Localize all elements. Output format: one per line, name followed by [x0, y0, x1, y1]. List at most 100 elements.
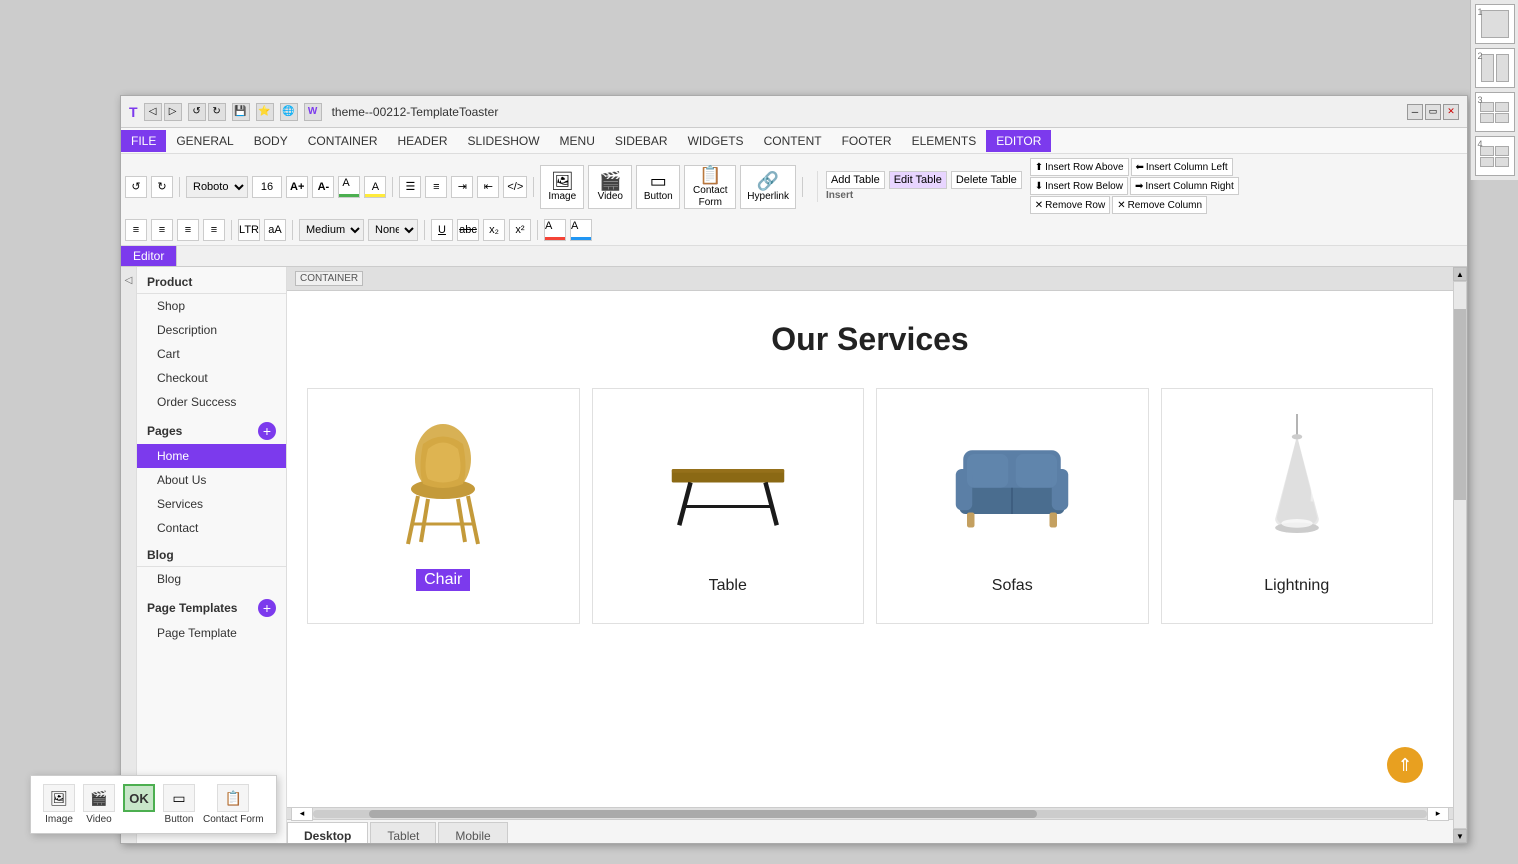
add-table-btn[interactable]: Add Table	[826, 171, 885, 189]
globe-btn[interactable]: 🌐	[280, 103, 298, 121]
layout-thumb-1[interactable]: 1	[1475, 4, 1515, 44]
float-button-btn[interactable]: ▭ Button	[163, 784, 195, 825]
minimize-btn[interactable]: ─	[1407, 104, 1423, 120]
sidebar-item-blog[interactable]: Blog	[137, 567, 286, 591]
back-btn[interactable]: ◁	[144, 103, 162, 121]
sidebar-item-services[interactable]: Services	[137, 492, 286, 516]
menu-sidebar[interactable]: SIDEBAR	[605, 130, 678, 152]
layout-thumb-4[interactable]: 4	[1475, 136, 1515, 176]
sidebar-item-about-us[interactable]: About Us	[137, 468, 286, 492]
sidebar-item-order-success[interactable]: Order Success	[137, 390, 286, 414]
menu-general[interactable]: GENERAL	[166, 130, 243, 152]
tab-tablet[interactable]: Tablet	[370, 822, 436, 843]
format-select[interactable]: Medium	[299, 219, 364, 241]
service-card-table[interactable]: Table	[592, 388, 865, 624]
back-to-top-btn[interactable]: ⇑	[1387, 747, 1423, 783]
superscript-btn[interactable]: x²	[509, 219, 531, 241]
sidebar-item-contact[interactable]: Contact	[137, 516, 286, 540]
font-size-down-btn[interactable]: A-	[312, 176, 334, 198]
service-card-chair[interactable]: Chair	[307, 388, 580, 624]
layout-thumb-3[interactable]: 3	[1475, 92, 1515, 132]
edit-table-btn[interactable]: Edit Table	[889, 171, 947, 189]
sidebar-item-page-template[interactable]: Page Template	[137, 621, 286, 645]
editor-tab[interactable]: Editor	[121, 246, 177, 266]
forward-btn[interactable]: ▷	[164, 103, 182, 121]
float-image-btn[interactable]: 🖼 Image	[43, 784, 75, 825]
float-video-btn[interactable]: 🎬 Video	[83, 784, 115, 825]
menu-slideshow[interactable]: SLIDESHOW	[458, 130, 550, 152]
bg-color-btn[interactable]: A	[570, 219, 592, 241]
float-contact-form-btn[interactable]: 📋 Contact Form	[203, 784, 264, 825]
image-toolbar-btn[interactable]: 🖼 Image	[540, 165, 584, 209]
menu-footer[interactable]: FOOTER	[832, 130, 902, 152]
restore-btn[interactable]: ▭	[1425, 104, 1441, 120]
star-btn[interactable]: ⭐	[256, 103, 274, 121]
service-card-lightning[interactable]: Lightning	[1161, 388, 1434, 624]
close-btn[interactable]: ✕	[1443, 104, 1459, 120]
sidebar-item-description[interactable]: Description	[137, 318, 286, 342]
indent-btn[interactable]: ⇥	[451, 176, 473, 198]
outdent-btn[interactable]: ⇤	[477, 176, 499, 198]
font-color-btn[interactable]: A	[338, 176, 360, 198]
contact-form-toolbar-btn[interactable]: 📋 Contact Form	[684, 165, 736, 209]
menu-widgets[interactable]: WIDGETS	[678, 130, 754, 152]
highlight-btn[interactable]: A	[364, 176, 386, 198]
insert-col-left-btn[interactable]: ⬅ Insert Column Left	[1131, 158, 1233, 176]
wp-btn[interactable]: W	[304, 103, 322, 121]
remove-col-btn[interactable]: ✕ Remove Column	[1112, 196, 1207, 214]
remove-row-btn[interactable]: ✕ Remove Row	[1030, 196, 1110, 214]
ltr-btn[interactable]: LTR	[238, 219, 260, 241]
sidebar-item-cart[interactable]: Cart	[137, 342, 286, 366]
templates-add-btn[interactable]: +	[258, 599, 276, 617]
pages-add-btn[interactable]: +	[258, 422, 276, 440]
style-select[interactable]: None	[368, 219, 418, 241]
subscript-btn[interactable]: x₂	[483, 219, 505, 241]
strikethrough-btn[interactable]: abc	[457, 219, 479, 241]
code-btn[interactable]: </>	[503, 176, 527, 198]
layout-thumb-2[interactable]: 2	[1475, 48, 1515, 88]
menu-container[interactable]: CONTAINER	[298, 130, 388, 152]
scroll-right-btn[interactable]: ▸	[1427, 807, 1449, 821]
ordered-list-btn[interactable]: ≡	[425, 176, 447, 198]
align-right-btn[interactable]: ≡	[177, 219, 199, 241]
delete-table-btn[interactable]: Delete Table	[951, 171, 1022, 189]
menu-editor[interactable]: EDITOR	[986, 130, 1051, 152]
scroll-left-btn[interactable]: ◂	[291, 807, 313, 821]
float-ok-btn[interactable]: OK	[123, 784, 155, 825]
horizontal-scroll[interactable]: ◂ ▸	[287, 807, 1453, 819]
underline-btn[interactable]: U	[431, 219, 453, 241]
font-size-input[interactable]: 16	[252, 176, 282, 198]
align-left-btn[interactable]: ≡	[125, 219, 147, 241]
undo-btn[interactable]: ↺	[188, 103, 206, 121]
sidebar-collapse-btn[interactable]: ◁	[121, 267, 137, 843]
font-size-up-btn[interactable]: A+	[286, 176, 308, 198]
sidebar-item-shop[interactable]: Shop	[137, 294, 286, 318]
font-size-medium-btn[interactable]: aA	[264, 219, 286, 241]
video-toolbar-btn[interactable]: 🎬 Video	[588, 165, 632, 209]
menu-header[interactable]: HEADER	[388, 130, 458, 152]
menu-body[interactable]: BODY	[244, 130, 298, 152]
insert-col-right-btn[interactable]: ➡ Insert Column Right	[1130, 177, 1239, 195]
undo-toolbar-btn[interactable]: ↺	[125, 176, 147, 198]
tab-mobile[interactable]: Mobile	[438, 822, 507, 843]
menu-menu[interactable]: MENU	[550, 130, 605, 152]
align-center-btn[interactable]: ≡	[151, 219, 173, 241]
button-toolbar-btn[interactable]: ▭ Button	[636, 165, 680, 209]
redo-toolbar-btn[interactable]: ↻	[151, 176, 173, 198]
insert-row-below-btn[interactable]: ⬇ Insert Row Below	[1030, 177, 1128, 195]
menu-file[interactable]: FILE	[121, 130, 166, 152]
scroll-down-btn[interactable]: ▼	[1453, 829, 1467, 843]
save-btn[interactable]: 💾	[232, 103, 250, 121]
hyperlink-toolbar-btn[interactable]: 🔗 Hyperlink	[740, 165, 796, 209]
service-card-sofas[interactable]: Sofas	[876, 388, 1149, 624]
list-btn[interactable]: ☰	[399, 176, 421, 198]
redo-btn[interactable]: ↻	[208, 103, 226, 121]
font-family-select[interactable]: Roboto	[186, 176, 248, 198]
scroll-up-btn[interactable]: ▲	[1453, 267, 1467, 281]
sidebar-item-home[interactable]: Home	[137, 444, 286, 468]
menu-elements[interactable]: ELEMENTS	[902, 130, 987, 152]
text-color-btn[interactable]: A	[544, 219, 566, 241]
tab-desktop[interactable]: Desktop	[287, 822, 368, 843]
menu-content[interactable]: CONTENT	[754, 130, 832, 152]
insert-row-above-btn[interactable]: ⬆ Insert Row Above	[1030, 158, 1129, 176]
